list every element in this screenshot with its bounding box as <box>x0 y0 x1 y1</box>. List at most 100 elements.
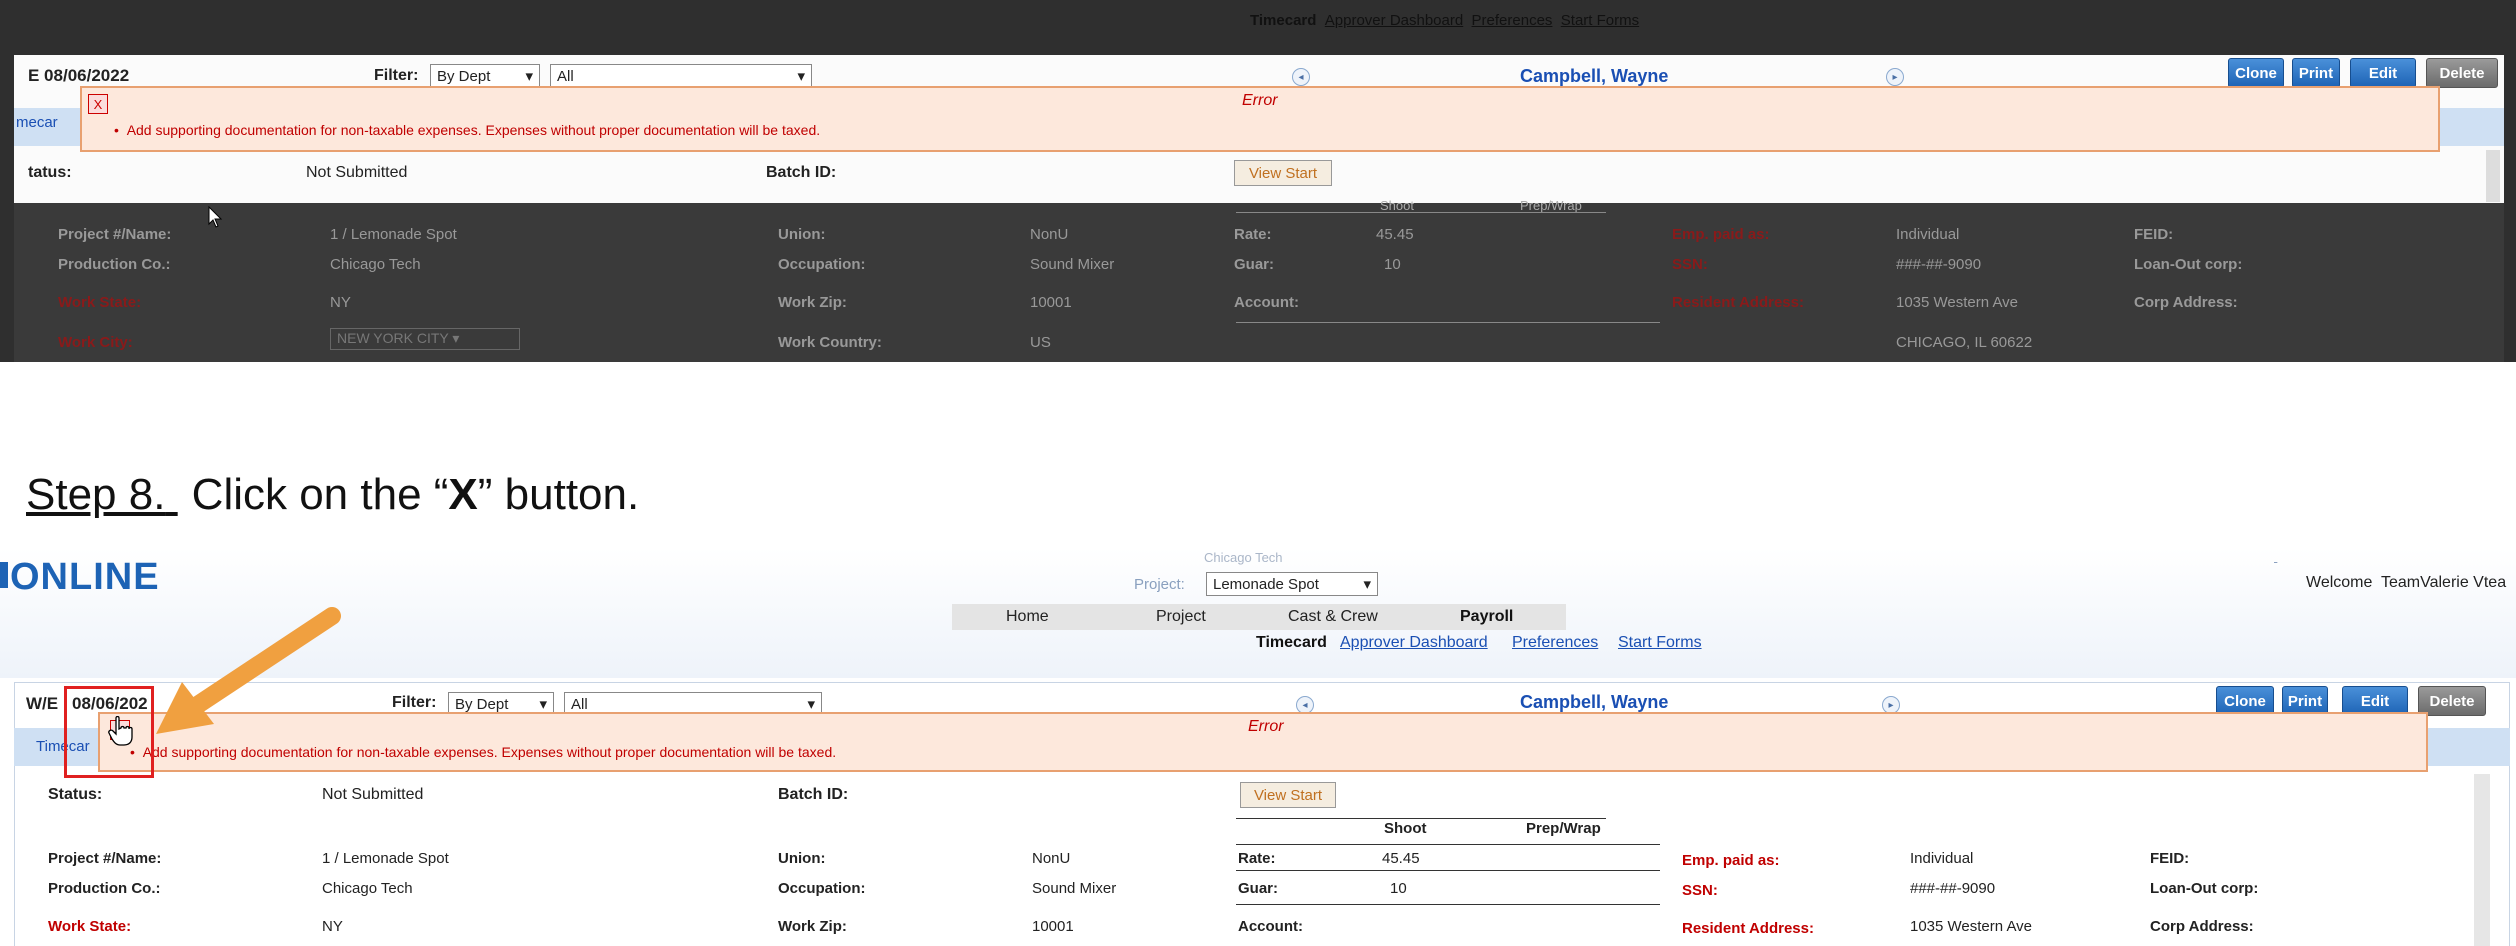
emp-paid-label: Emp. paid as: <box>1682 852 1780 869</box>
top-rate-divider <box>1236 212 1606 213</box>
resident-address-value: 1035 Western Ave <box>1910 918 2033 935</box>
subnav-timecard[interactable]: Timecard <box>1256 634 1327 652</box>
top-tab-fragment[interactable]: mecar <box>16 114 58 131</box>
rate-label: Rate: <box>1238 850 1276 867</box>
top-row2-value4: 1035 Western Ave <box>1896 294 2019 311</box>
occupation-value: Sound Mixer <box>1032 880 1117 897</box>
top-row1-label4: SSN: <box>1672 256 1708 273</box>
project-label: Project: <box>1134 576 1185 593</box>
top-shoot-header: Shoot <box>1380 198 1414 213</box>
top-row2-value2: 10001 <box>1030 294 1072 311</box>
nav-home[interactable]: Home <box>1006 608 1049 626</box>
top-row2-label5: Corp Address: <box>2134 294 2238 311</box>
top-scrollbar[interactable] <box>2486 150 2500 202</box>
step-instruction: Step 8. Click on the “X” button. <box>26 470 639 520</box>
step-number: Step 8. <box>26 470 166 519</box>
loan-out-label: Loan-Out corp: <box>2150 880 2259 897</box>
view-start-button[interactable]: View Start <box>1240 782 1336 808</box>
app-logo[interactable]: ONLINE <box>10 556 160 599</box>
union-label: Union: <box>778 850 826 867</box>
top-filter-dept-select[interactable]: By Dept ▾ <box>430 64 540 88</box>
top-row1-label3: Guar: <box>1234 256 1275 273</box>
emp-paid-value: Individual <box>1910 850 1974 867</box>
top-view-start-button[interactable]: View Start <box>1234 160 1332 186</box>
top-row0-value3: 45.45 <box>1376 226 1414 243</box>
subnav-preferences[interactable]: Preferences <box>1512 634 1598 652</box>
top-filter-all-select[interactable]: All ▾ <box>550 64 812 88</box>
top-row0-value2: NonU <box>1030 226 1069 243</box>
guar-value: 10 <box>1390 880 1407 897</box>
top-row2-label: Work State: <box>58 294 142 311</box>
we-label: W/E <box>26 694 59 713</box>
mouse-pointer-icon <box>208 206 223 228</box>
top-error-close-button[interactable]: X <box>88 94 108 114</box>
step-text-after: ” button. <box>477 470 640 519</box>
shoot-header: Shoot <box>1384 820 1427 837</box>
top-row0-label4: Emp. paid as: <box>1672 226 1770 243</box>
top-clone-button[interactable]: Clone <box>2228 58 2284 88</box>
subnav-approver-dashboard[interactable]: Approver Dashboard <box>1340 634 1488 652</box>
top-error-box: X Error • Add supporting documentation f… <box>80 86 2440 152</box>
top-row1-label: Production Co.: <box>58 256 171 273</box>
top-edit-button[interactable]: Edit <box>2350 58 2416 88</box>
ssn-value: ###-##-9090 <box>1910 880 1996 897</box>
top-row0-label5: FEID: <box>2134 226 2174 243</box>
prepwrap-header: Prep/Wrap <box>1526 820 1601 837</box>
top-row0-label2: Union: <box>778 226 826 243</box>
top-we-date: E 08/06/2022 <box>28 66 130 85</box>
top-row3-label: Work City: <box>58 334 133 351</box>
nav-project[interactable]: Project <box>1156 608 1206 626</box>
top-work-city-select[interactable]: NEW YORK CITY ▾ <box>330 328 520 350</box>
top-subnav-timecard[interactable]: Timecard <box>1250 12 1316 29</box>
top-status-label: tatus: <box>28 164 72 181</box>
top-row3-value4: CHICAGO, IL 60622 <box>1896 334 2033 351</box>
top-subnav-start-forms[interactable]: Start Forms <box>1561 12 1639 29</box>
top-error-message: • Add supporting documentation for non-t… <box>114 122 821 138</box>
top-prev-arrow-icon[interactable]: ◂ <box>1292 68 1310 86</box>
project-caption: Chicago Tech <box>1204 550 1283 565</box>
top-error-title: Error <box>1242 92 1278 109</box>
welcome-text: Welcome TeamValerie Vtea <box>2306 574 2507 591</box>
nav-payroll[interactable]: Payroll <box>1460 608 1513 626</box>
top-subnav: Timecard Approver Dashboard Preferences … <box>1250 12 1639 29</box>
top-row1-value3: 10 <box>1384 256 1401 273</box>
error-message: • Add supporting documentation for non-t… <box>130 744 837 760</box>
corp-address-label: Corp Address: <box>2150 918 2254 935</box>
top-prepwrap-header: Prep/Wrap <box>1520 198 1582 213</box>
top-row3-value2: US <box>1030 334 1051 351</box>
top-print-button[interactable]: Print <box>2292 58 2340 88</box>
bottom-screenshot-panel: ONLINE Chicago Tech Project: Lemonade Sp… <box>0 548 2516 946</box>
error-title: Error <box>1248 718 1284 735</box>
rate-bottom-divider <box>1236 870 1660 871</box>
top-subnav-approver[interactable]: Approver Dashboard <box>1325 12 1463 29</box>
top-next-arrow-icon[interactable]: ▸ <box>1886 68 1904 86</box>
work-state-value: NY <box>322 918 343 935</box>
occupation-label: Occupation: <box>778 880 866 897</box>
pointer-arrow-icon <box>156 607 341 734</box>
top-row2-label2: Work Zip: <box>778 294 847 311</box>
ssn-label: SSN: <box>1682 882 1718 899</box>
top-row1-label2: Occupation: <box>778 256 866 273</box>
step-text-before: Click on the “ <box>179 470 449 519</box>
logo-mark <box>0 562 8 588</box>
resident-address-label: Resident Address: <box>1682 920 1814 937</box>
top-row2-value: NY <box>330 294 351 311</box>
top-row1-value4: ###-##-9090 <box>1896 256 1982 273</box>
top-row0-value: 1 / Lemonade Spot <box>330 226 457 243</box>
scrollbar[interactable] <box>2474 774 2490 946</box>
guar-divider <box>1236 904 1660 905</box>
top-account-divider <box>1236 322 1660 323</box>
top-row1-value2: Sound Mixer <box>1030 256 1115 273</box>
subnav-start-forms[interactable]: Start Forms <box>1618 634 1702 652</box>
top-row2-label4: Resident Address: <box>1672 294 1804 311</box>
step-bold-x: X <box>448 470 478 519</box>
delete-button[interactable]: Delete <box>2418 686 2486 716</box>
top-links[interactable] <box>2274 550 2277 564</box>
nav-cast-crew[interactable]: Cast & Crew <box>1288 608 1378 626</box>
status-label: Status: <box>48 786 103 803</box>
project-select[interactable]: Lemonade Spot ▾ <box>1206 572 1378 596</box>
employee-name: Campbell, Wayne <box>1520 692 1669 712</box>
top-row0-label: Project #/Name: <box>58 226 172 243</box>
top-subnav-preferences[interactable]: Preferences <box>1472 12 1553 29</box>
top-delete-button[interactable]: Delete <box>2426 58 2498 88</box>
